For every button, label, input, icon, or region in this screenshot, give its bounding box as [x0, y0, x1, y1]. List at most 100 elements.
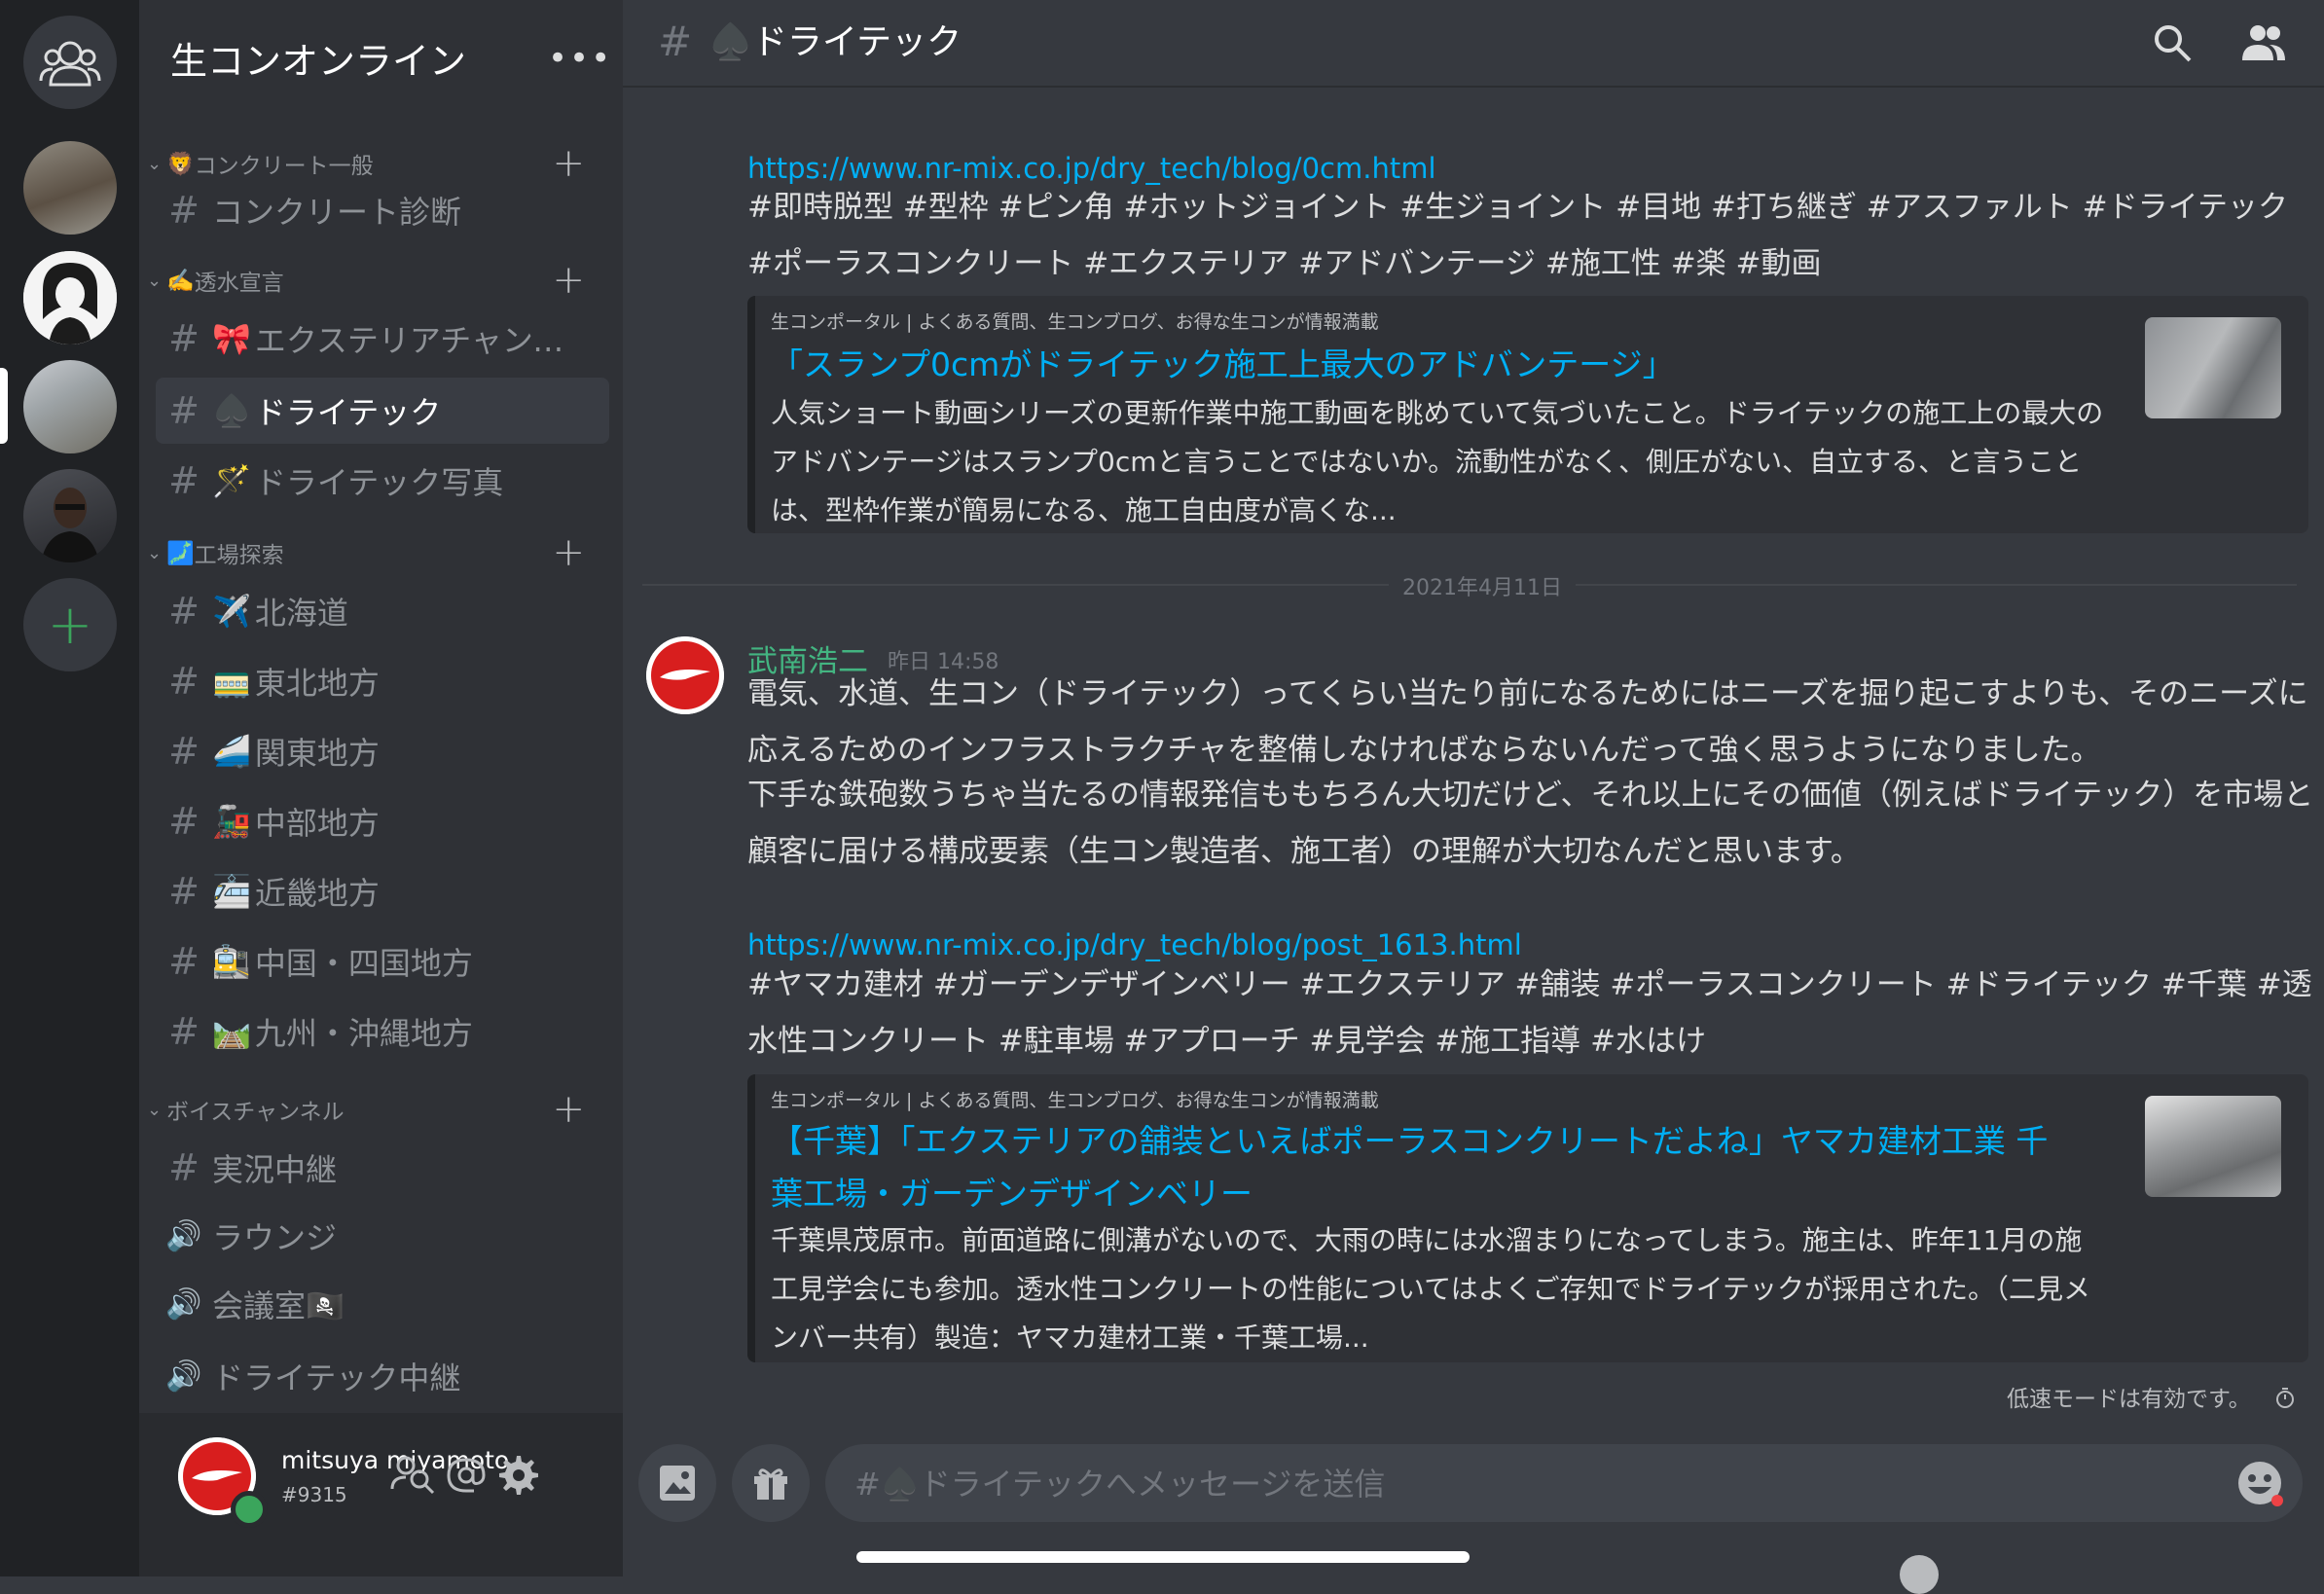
channel-emoji: ✈️: [212, 593, 251, 630]
guild-name[interactable]: 生コンオンライン: [170, 31, 466, 85]
category-emoji: 🦁: [166, 151, 195, 177]
message-text: 下手な鉄砲数うちゃ当たるの情報発信ももちろん大切だけど、それ以上にその価値（例え…: [747, 778, 2314, 869]
channel-sidebar: 生コンオンライン ••• ⌄ 🦁 コンクリート一般 + # コンクリート診断 ⌄…: [139, 0, 623, 1576]
embed-title[interactable]: 【千葉】「エクステリアの舗装といえばポーラスコンクリートだよね」ヤマカ建材工業 …: [771, 1115, 2055, 1220]
channel-kinki[interactable]: # 🚈 近畿地方: [156, 858, 609, 924]
channel-label: 関東地方: [254, 735, 380, 772]
attach-image-button[interactable]: [638, 1444, 716, 1522]
category-factory-exploration[interactable]: ⌄ 🗾 工場探索 +: [147, 530, 604, 575]
user-search-icon[interactable]: [390, 1452, 437, 1499]
channel-emoji: 🚄: [212, 733, 251, 770]
channel-concrete-diagnosis[interactable]: # コンクリート診断: [156, 177, 609, 243]
status-badge: [231, 1491, 268, 1528]
channel-kyushu-okinawa[interactable]: # 🛤️ 九州・沖縄地方: [156, 998, 609, 1065]
channel-drytech-photos[interactable]: # 🪄 ドライテック写真: [156, 448, 609, 514]
category-voice-channels[interactable]: ⌄ ボイスチャンネル +: [147, 1087, 604, 1132]
hash-icon: #: [168, 189, 200, 232]
channel-label: 会議室🏴‍☠️: [212, 1287, 345, 1324]
gift-button[interactable]: [732, 1444, 810, 1522]
message-text: #ヤマカ建材 #ガーデンデザインベリー #エクステリア #舗装 #ポーラスコンク…: [747, 967, 2312, 1059]
category-emoji: 🗾: [166, 540, 195, 566]
mention-icon[interactable]: [443, 1452, 490, 1499]
channel-label: コンクリート診断: [212, 194, 462, 231]
channel-header: # ♠️ドライテック: [623, 0, 2324, 88]
chevron-down-icon: ⌄: [147, 153, 163, 174]
hash-icon: #: [168, 870, 200, 913]
embed-thumbnail[interactable]: [2145, 1096, 2281, 1197]
channel-title: ♠️ドライテック: [708, 22, 962, 62]
scroll-handle[interactable]: [1900, 1555, 1939, 1594]
server-icon-park[interactable]: [23, 360, 117, 453]
hash-icon: #: [168, 940, 200, 983]
message-input[interactable]: [853, 1444, 2199, 1524]
channel-label: 実況中継: [212, 1151, 338, 1188]
voice-channel-lounge[interactable]: 🔊 ラウンジ: [156, 1203, 609, 1269]
server-rail: +: [0, 0, 139, 1576]
hash-icon: #: [168, 730, 200, 773]
category-emoji: ✍️: [166, 268, 195, 294]
channel-emoji: 🎀: [212, 320, 251, 357]
channel-kanto[interactable]: # 🚄 関東地方: [156, 718, 609, 784]
chat-area: # ♠️ドライテック https://www.nr-mix.co.jp/dry_…: [623, 0, 2324, 1594]
channel-chubu[interactable]: # 🚂 中部地方: [156, 788, 609, 854]
channel-emoji: 🚈: [212, 873, 251, 910]
emoji-icon[interactable]: [2234, 1458, 2285, 1508]
message-text: #即時脱型 #型枠 #ピン角 #ホットジョイント #生ジョイント #目地 #打ち…: [747, 190, 2288, 281]
category-label: ボイスチャンネル: [166, 1100, 345, 1125]
chevron-down-icon: ⌄: [147, 542, 163, 563]
channel-label: エクステリアチャンネル: [254, 322, 566, 359]
people-icon: [39, 41, 101, 87]
avatar[interactable]: [646, 636, 724, 714]
user-panel: mitsuya miyamoto #9315: [139, 1413, 623, 1576]
guild-menu-icon[interactable]: •••: [548, 39, 612, 78]
embed-thumbnail[interactable]: [2145, 317, 2281, 418]
speaker-icon: 🔊: [165, 1218, 202, 1253]
channel-tohoku[interactable]: # 🚃 東北地方: [156, 648, 609, 714]
chevron-down-icon: ⌄: [147, 1099, 163, 1120]
channel-hokkaido[interactable]: # ✈️ 北海道: [156, 578, 609, 644]
hash-icon: #: [658, 18, 693, 65]
server-icon-portrait[interactable]: [23, 469, 117, 562]
channel-label: 北海道: [254, 595, 348, 632]
voice-channel-meeting-room[interactable]: 🔊 会議室🏴‍☠️: [156, 1271, 609, 1337]
channel-exterior[interactable]: # 🎀 エクステリアチャンネル: [156, 306, 609, 372]
hash-icon: #: [168, 1010, 200, 1053]
hash-icon: #: [168, 800, 200, 843]
gear-icon[interactable]: [493, 1452, 540, 1499]
direct-messages-button[interactable]: [23, 16, 117, 109]
message-text: 電気、水道、生コン（ドライテック）ってくらい当たり前になるためにはニーズを掘り起…: [747, 676, 2308, 768]
logo-avatar-icon: [646, 636, 724, 714]
add-channel-icon[interactable]: +: [552, 258, 585, 303]
embed-title[interactable]: 「スランプ0cmがドライテック施工上最大のアドバンテージ」: [771, 339, 2055, 391]
timer-icon: [2276, 1388, 2294, 1408]
channel-emoji: ♠️: [212, 392, 251, 429]
category-label: コンクリート一般: [194, 154, 374, 179]
channel-drytech[interactable]: # ♠️ ドライテック: [156, 378, 609, 444]
character-avatar-icon: [23, 251, 117, 344]
link-embed: 生コンポータル | よくある質問、生コンブログ、お得な生コンが情報満載 【千葉】…: [747, 1074, 2308, 1362]
channel-emoji: 🚃: [212, 663, 251, 700]
channel-emoji: 🚂: [212, 803, 251, 840]
server-icon-street[interactable]: [23, 141, 117, 235]
channel-label: 九州・沖縄地方: [254, 1015, 473, 1052]
channel-live-relay[interactable]: # 実況中継: [156, 1135, 609, 1201]
channel-emoji: 🚉: [212, 943, 251, 980]
category-label: 工場探索: [194, 543, 284, 568]
server-icon-character[interactable]: [23, 251, 117, 344]
members-icon[interactable]: [2238, 21, 2287, 64]
hash-icon: #: [168, 660, 200, 703]
hash-icon: #: [168, 459, 200, 502]
selected-server-indicator: [0, 368, 8, 444]
channel-label: ドライテック中継: [212, 1359, 461, 1396]
search-icon[interactable]: [2151, 21, 2194, 64]
channel-emoji: 🪄: [212, 462, 251, 499]
channel-chugoku-shikoku[interactable]: # 🚉 中国・四国地方: [156, 928, 609, 995]
add-channel-icon[interactable]: +: [552, 1087, 585, 1132]
voice-channel-drytech-relay[interactable]: 🔊 ドライテック中継: [156, 1343, 609, 1409]
add-channel-icon[interactable]: +: [552, 530, 585, 575]
plus-icon: +: [47, 593, 93, 657]
date-divider-label: 2021年4月11日: [1389, 570, 1576, 601]
add-server-button[interactable]: +: [23, 578, 117, 671]
category-permeable-declaration[interactable]: ⌄ ✍️ 透水宣言 +: [147, 258, 604, 303]
hash-icon: #: [168, 1146, 200, 1189]
